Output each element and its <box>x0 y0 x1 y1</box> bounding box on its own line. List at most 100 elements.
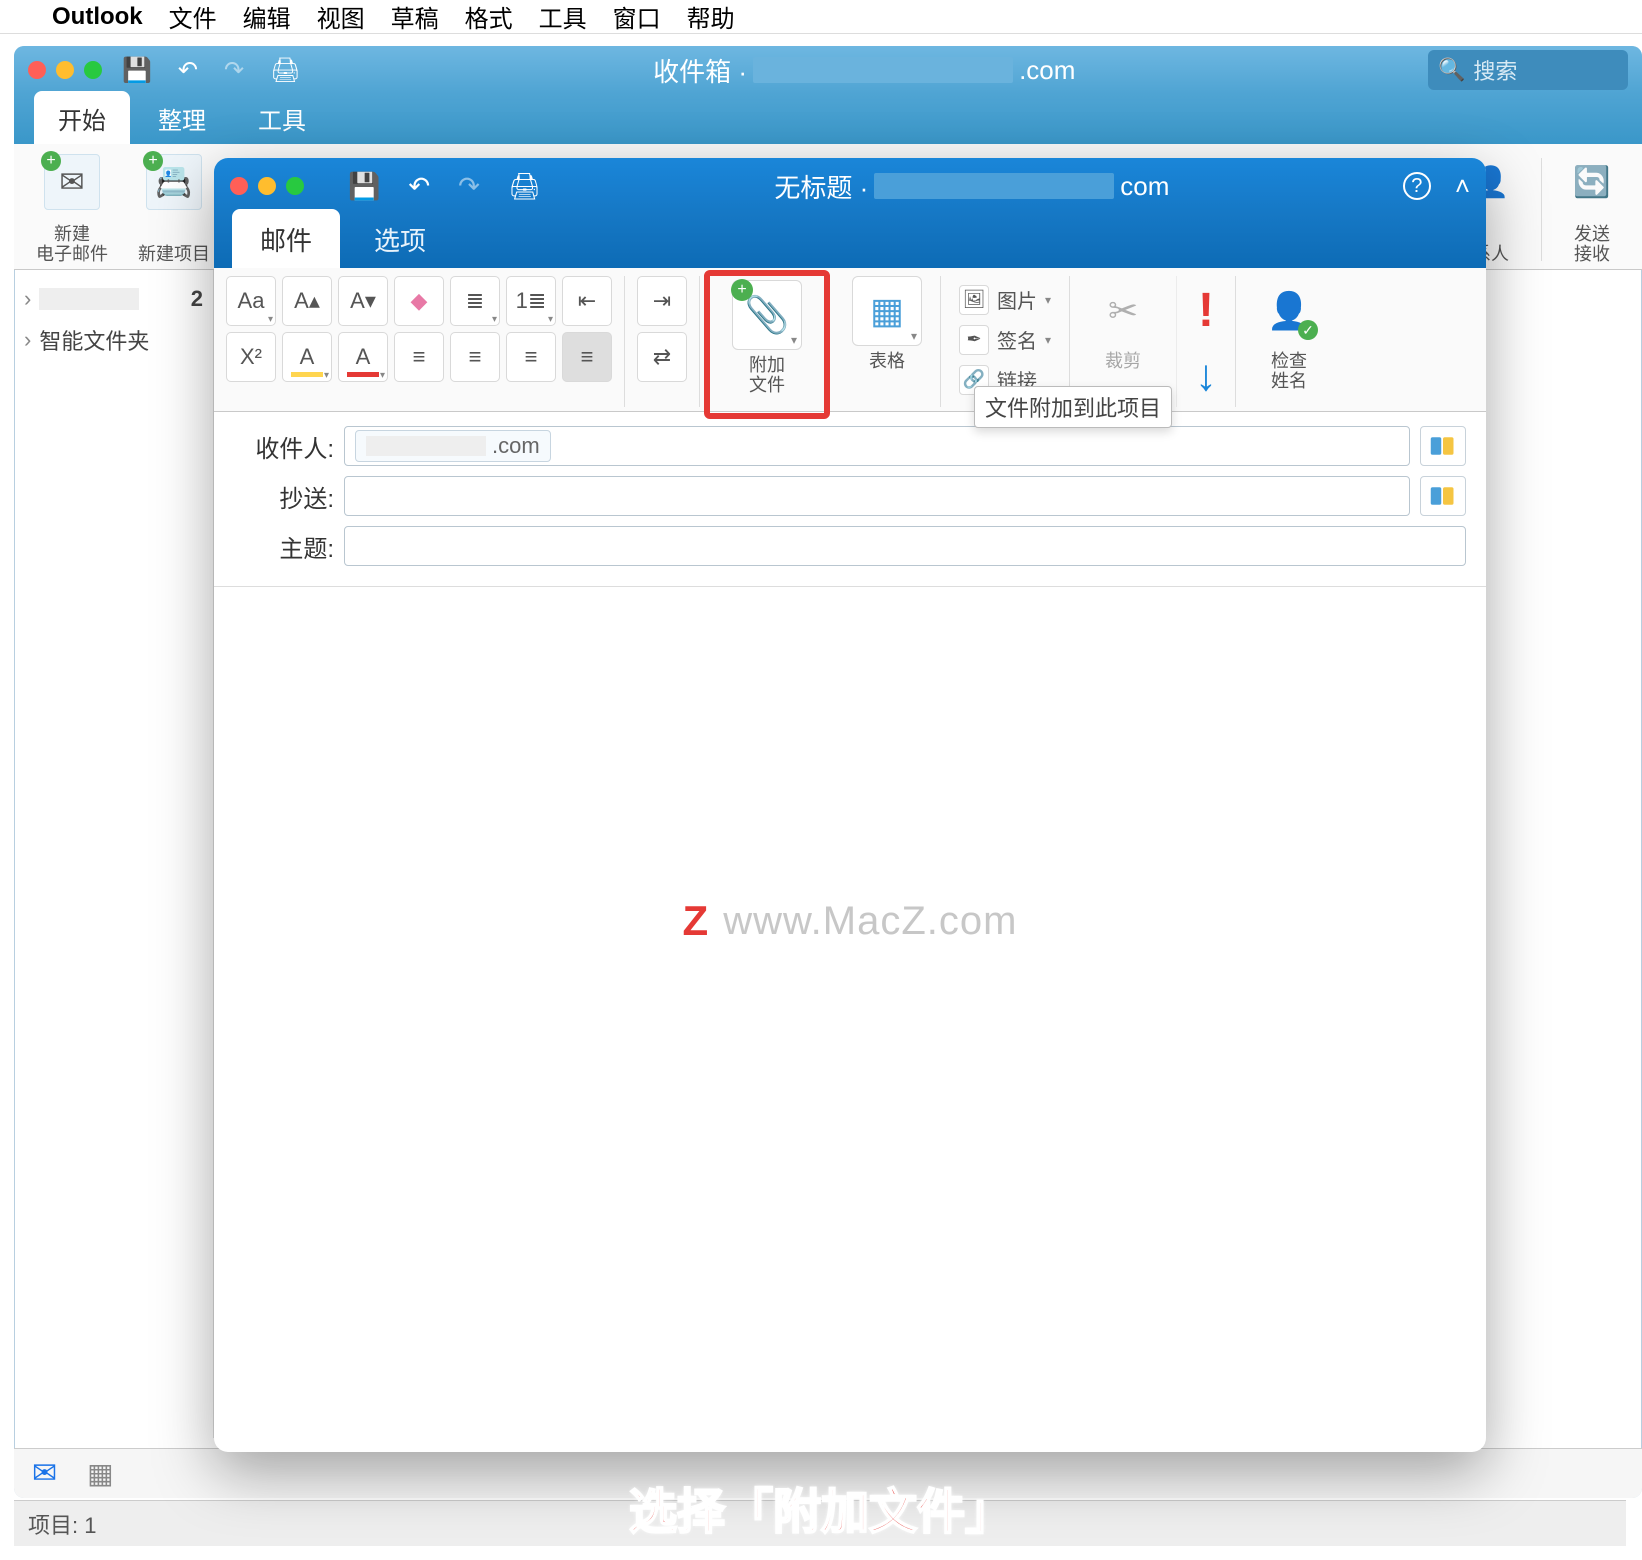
ribbon-signature-label: 签名 <box>997 325 1037 354</box>
compose-header-fields: 收件人: .com 抄送: 主题: <box>214 412 1486 587</box>
watermark-text: www.MacZ.com <box>723 899 1017 944</box>
mac-menu-edit[interactable]: 编辑 <box>243 0 291 34</box>
mac-menu-format[interactable]: 格式 <box>465 0 513 34</box>
ribbon-priority: ! ↓ <box>1177 276 1236 407</box>
tab-options[interactable]: 选项 <box>346 209 454 268</box>
number-list-icon[interactable]: 1≣▾ <box>506 276 556 326</box>
print-icon[interactable]: 🖨 <box>270 56 300 85</box>
folder-sidebar: › 2 › 智能文件夹 <box>14 270 214 1438</box>
align-left-icon[interactable]: ≡ <box>394 332 444 382</box>
font-size-increase[interactable]: A▴ <box>282 276 332 326</box>
cc-addressbook-button[interactable] <box>1420 476 1466 516</box>
undo-icon[interactable]: ↶ <box>408 171 430 202</box>
redo-icon[interactable]: ↷ <box>224 56 244 85</box>
outdent-icon[interactable]: ⇤ <box>562 276 612 326</box>
bullet-list-icon[interactable]: ≣▾ <box>450 276 500 326</box>
chevron-right-icon: › <box>24 286 31 312</box>
watermark-badge: Z <box>683 897 710 945</box>
ribbon-new-item[interactable]: +📇 新建项目 <box>130 154 218 265</box>
compose-title-prefix: 无标题 · <box>774 168 868 205</box>
paperclip-icon: + 📎▾ <box>732 280 802 350</box>
superscript-icon[interactable]: X² <box>226 332 276 382</box>
main-window-title-prefix: 收件箱 · <box>653 52 747 89</box>
ribbon-signature[interactable]: ✒签名 ▾ <box>959 325 1051 355</box>
collapse-ribbon-icon[interactable]: ˄ <box>1455 171 1470 202</box>
attach-tooltip: 文件附加到此项目 <box>974 386 1172 428</box>
ribbon-new-item-label: 新建项目 <box>138 245 210 265</box>
ribbon-check-names[interactable]: 👤✓ 检查 姓名 <box>1236 276 1342 407</box>
table-icon: ▦▾ <box>852 276 922 346</box>
cc-input[interactable] <box>344 476 1410 516</box>
close-icon[interactable] <box>28 61 46 79</box>
indent-icon[interactable]: ⇥ <box>637 276 687 326</box>
font-color-icon[interactable]: A▾ <box>338 332 388 382</box>
mac-menu-tools[interactable]: 工具 <box>539 0 587 34</box>
compose-ribbon: Aa▾ A▴ A▾ ◆ ≣▾ 1≣▾ ⇤ X² A▾ A▾ ≡ ≡ ≡ ≡ ⇥ … <box>214 268 1486 412</box>
envelope-icon: +✉ <box>44 154 100 210</box>
ribbon-new-email[interactable]: +✉ 新建 电子邮件 <box>28 154 116 265</box>
attach-file-highlight: + 📎▾ 附加 文件 <box>704 270 830 419</box>
to-addressbook-button[interactable] <box>1420 426 1466 466</box>
tab-mail[interactable]: 邮件 <box>232 209 340 268</box>
high-priority-icon[interactable]: ! <box>1198 283 1214 338</box>
cc-label: 抄送: <box>234 479 344 514</box>
low-priority-icon[interactable]: ↓ <box>1195 351 1217 401</box>
mac-app-name[interactable]: Outlook <box>52 3 143 31</box>
ribbon-send-receive[interactable]: 🔄 发送 接收 <box>1556 154 1628 265</box>
compose-window: 💾 ↶ ↷ 🖨 无标题 · com ? ˄ 邮件 选项 Aa▾ A▴ A▾ ◆ … <box>214 158 1486 1452</box>
align-justify-icon[interactable]: ≡ <box>562 332 612 382</box>
to-input[interactable]: .com <box>344 426 1410 466</box>
signature-icon: ✒ <box>959 325 989 355</box>
mac-menu-help[interactable]: 帮助 <box>687 0 735 34</box>
clear-format-icon[interactable]: ◆ <box>394 276 444 326</box>
main-search-box[interactable]: 🔍 搜索 <box>1428 50 1628 90</box>
ribbon-attach-file[interactable]: + 📎▾ 附加 文件 <box>714 280 820 396</box>
tab-start[interactable]: 开始 <box>34 91 130 144</box>
ribbon-picture[interactable]: 🖼图片 ▾ <box>959 285 1051 315</box>
font-picker[interactable]: Aa▾ <box>226 276 276 326</box>
compose-title-account-redacted <box>874 173 1114 199</box>
subject-input[interactable] <box>344 526 1466 566</box>
main-traffic-lights <box>28 61 102 79</box>
font-size-decrease[interactable]: A▾ <box>338 276 388 326</box>
tab-organize[interactable]: 整理 <box>134 91 230 144</box>
zoom-icon[interactable] <box>286 177 304 195</box>
main-window-title-account-redacted <box>753 57 1013 83</box>
mac-menu-file[interactable]: 文件 <box>169 0 217 34</box>
mac-menu-draft[interactable]: 草稿 <box>391 0 439 34</box>
text-direction-icon[interactable]: ⇄ <box>637 332 687 382</box>
minimize-icon[interactable] <box>56 61 74 79</box>
mac-menu-view[interactable]: 视图 <box>317 0 365 34</box>
close-icon[interactable] <box>230 177 248 195</box>
sidebar-account-row[interactable]: › 2 <box>20 280 207 318</box>
check-names-icon: 👤✓ <box>1254 276 1324 346</box>
new-item-icon: +📇 <box>146 154 202 210</box>
print-icon[interactable]: 🖨 <box>508 171 541 202</box>
save-icon[interactable]: 💾 <box>122 56 152 85</box>
recipient-chip[interactable]: .com <box>355 430 551 462</box>
ribbon-check-names-label: 检查 姓名 <box>1271 352 1307 392</box>
undo-icon[interactable]: ↶ <box>178 56 198 85</box>
ribbon-attach-label: 附加 文件 <box>749 356 785 396</box>
sidebar-smart-folder[interactable]: › 智能文件夹 <box>20 318 207 362</box>
main-titlebar: 💾 ↶ ↷ 🖨 收件箱 · .com 🔍 搜索 <box>14 46 1642 94</box>
redo-icon[interactable]: ↷ <box>458 171 480 202</box>
align-center-icon[interactable]: ≡ <box>450 332 500 382</box>
compose-traffic-lights <box>230 177 304 195</box>
subject-label: 主题: <box>234 529 344 564</box>
ribbon-table[interactable]: ▦▾ 表格 <box>834 276 941 407</box>
recipient-chip-suffix: .com <box>492 433 540 459</box>
format-toolbar: Aa▾ A▴ A▾ ◆ ≣▾ 1≣▾ ⇤ X² A▾ A▾ ≡ ≡ ≡ ≡ <box>226 276 625 407</box>
zoom-icon[interactable] <box>84 61 102 79</box>
mac-menu-window[interactable]: 窗口 <box>613 0 661 34</box>
crop-icon: ✂ <box>1088 276 1158 346</box>
help-icon[interactable]: ? <box>1403 172 1431 200</box>
watermark: Z www.MacZ.com <box>214 897 1486 945</box>
sidebar-account-redacted <box>39 288 139 310</box>
highlight-color-icon[interactable]: A▾ <box>282 332 332 382</box>
minimize-icon[interactable] <box>258 177 276 195</box>
search-icon: 🔍 <box>1438 57 1465 83</box>
save-icon[interactable]: 💾 <box>348 171 380 202</box>
tab-tools[interactable]: 工具 <box>234 91 330 144</box>
align-right-icon[interactable]: ≡ <box>506 332 556 382</box>
